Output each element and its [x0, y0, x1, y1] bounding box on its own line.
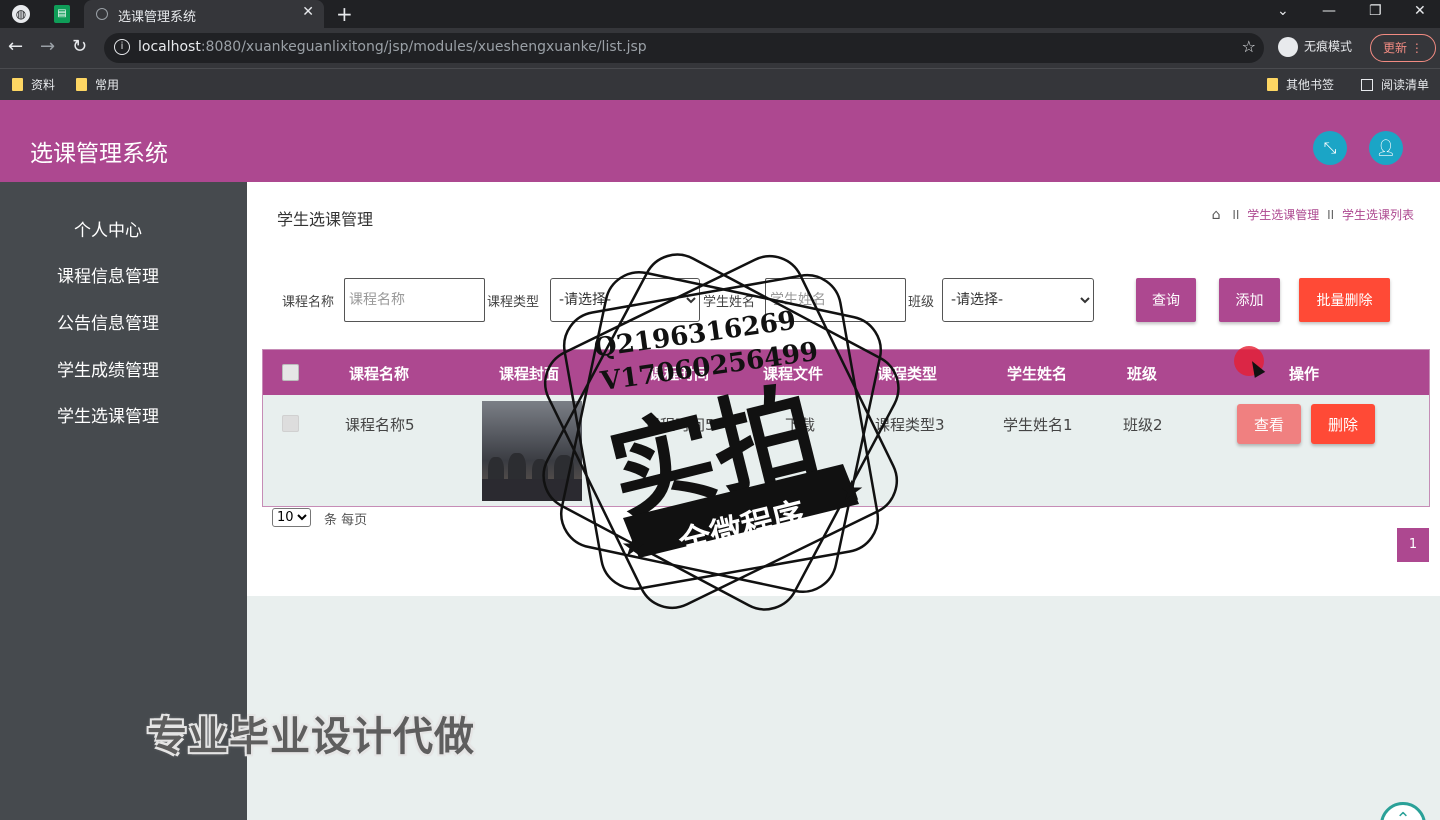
folder-icon: [12, 78, 23, 91]
bookmark-folder[interactable]: 资料: [12, 76, 55, 93]
tab-close-icon[interactable]: ✕: [302, 4, 314, 20]
back-to-top-icon[interactable]: ⌃: [1380, 802, 1426, 820]
sidebar-item-course-selection[interactable]: 学生选课管理: [0, 402, 216, 427]
breadcrumb: ⌂ II 学生选课管理 II 学生选课列表: [1212, 206, 1414, 223]
back-icon[interactable]: ←: [8, 36, 23, 57]
sidebar-item-grades[interactable]: 学生成绩管理: [0, 356, 216, 381]
class-label: 班级: [908, 295, 935, 310]
column-header: 操作: [1289, 365, 1320, 383]
restore-icon[interactable]: ❐: [1369, 3, 1382, 19]
row-checkbox[interactable]: [282, 415, 299, 432]
site-info-icon[interactable]: i: [114, 39, 130, 55]
class-cell: 班级2: [1123, 416, 1163, 434]
breadcrumb-separator: II: [1232, 208, 1240, 222]
breadcrumb-separator: II: [1327, 208, 1335, 222]
user-icon[interactable]: 👤︎: [1369, 131, 1403, 165]
batch-delete-button[interactable]: 批量删除: [1299, 278, 1390, 322]
page-title: 学生选课管理: [277, 210, 374, 229]
course-type-select[interactable]: -请选择-: [550, 278, 700, 322]
course-name-cell: 课程名称5: [345, 416, 415, 434]
tab-favicon-icon: [96, 8, 108, 20]
sidebar-item-announcements[interactable]: 公告信息管理: [0, 309, 216, 334]
photo-figure: [482, 479, 582, 501]
course-time-cell: 课程时间5: [645, 416, 715, 434]
bookmark-folder[interactable]: 常用: [76, 76, 119, 93]
student-name-cell: 学生姓名1: [1003, 416, 1073, 434]
column-header: 课程类型: [877, 365, 938, 383]
browser-tab-bar: ◍ ▤ 选课管理系统 ✕ + ⌄ — ❐ ✕: [0, 0, 1440, 28]
course-name-label: 课程名称: [282, 295, 335, 310]
bookmark-star-icon[interactable]: ☆: [1242, 37, 1256, 56]
incognito-label: 无痕模式: [1304, 39, 1353, 54]
class-select[interactable]: -请选择-: [942, 278, 1094, 322]
incognito-icon: [1278, 37, 1298, 57]
tab-title: 选课管理系统: [118, 10, 197, 25]
url-host: localhost: [138, 39, 201, 55]
query-button[interactable]: 查询: [1136, 278, 1196, 322]
select-all-checkbox[interactable]: [282, 364, 299, 381]
app-header: 选课管理系统 ⤡ 👤︎: [0, 100, 1440, 182]
per-page-label: 条 每页: [324, 513, 368, 528]
main-content: 学生选课管理 ⌂ II 学生选课管理 II 学生选课列表 课程名称 课程类型 -…: [247, 182, 1440, 596]
incognito-indicator[interactable]: 无痕模式: [1278, 37, 1352, 57]
column-header: 班级: [1127, 365, 1158, 383]
page-number-button[interactable]: 1: [1397, 528, 1429, 562]
bookmark-label: 资料: [31, 78, 56, 92]
minimize-icon[interactable]: —: [1322, 3, 1336, 19]
sidebar-item-personal-center[interactable]: 个人中心: [0, 216, 216, 241]
student-name-input[interactable]: [765, 278, 906, 322]
url-path: :8080/xuankeguanlixitong/jsp/modules/xue…: [200, 39, 647, 55]
course-file-download-link[interactable]: 下载: [785, 414, 815, 435]
breadcrumb-item[interactable]: 学生选课管理: [1247, 208, 1319, 222]
address-bar[interactable]: i localhost:8080/xuankeguanlixitong/jsp/…: [104, 33, 1264, 63]
globe-icon[interactable]: ◍: [12, 5, 30, 23]
folder-icon: [76, 78, 87, 91]
student-name-label: 学生姓名: [703, 295, 756, 310]
column-header: 课程封面: [499, 365, 560, 383]
update-label: 更新: [1383, 41, 1408, 55]
fullscreen-icon[interactable]: ⤡: [1313, 131, 1347, 165]
course-type-cell: 课程类型3: [875, 416, 945, 434]
forward-icon[interactable]: →: [40, 36, 55, 57]
breadcrumb-item[interactable]: 学生选课列表: [1342, 208, 1414, 222]
new-tab-icon[interactable]: +: [336, 2, 353, 26]
folder-icon: [1267, 78, 1278, 91]
delete-button[interactable]: 删除: [1311, 404, 1375, 444]
tab-search-chevron-icon[interactable]: ⌄: [1277, 3, 1289, 19]
sidebar-item-course-info[interactable]: 课程信息管理: [0, 262, 216, 287]
app-title: 选课管理系统: [30, 141, 168, 167]
course-name-input[interactable]: [344, 278, 485, 322]
course-type-label: 课程类型: [487, 295, 540, 310]
bookmark-label: 阅读清单: [1381, 78, 1430, 92]
url-text[interactable]: localhost:8080/xuankeguanlixitong/jsp/mo…: [138, 39, 647, 55]
column-header: 课程时间: [649, 365, 710, 383]
browser-tab-active[interactable]: 选课管理系统 ✕: [84, 0, 324, 28]
video-caption: 专业毕业设计代做: [147, 714, 475, 760]
reading-list[interactable]: 阅读清单: [1361, 76, 1429, 93]
other-bookmarks[interactable]: 其他书签: [1267, 76, 1334, 93]
browser-toolbar: ← → ↻ i localhost:8080/xuankeguanlixiton…: [0, 28, 1440, 68]
close-window-icon[interactable]: ✕: [1414, 3, 1426, 19]
bookmark-label: 其他书签: [1286, 78, 1335, 92]
sheets-tab-icon[interactable]: ▤: [54, 5, 70, 23]
add-button[interactable]: 添加: [1219, 278, 1280, 322]
reading-list-icon: [1361, 79, 1373, 91]
course-cover-image: [482, 401, 582, 501]
update-button[interactable]: 更新 ⋮: [1370, 34, 1436, 62]
page-size-select[interactable]: 10: [272, 508, 311, 527]
bookmark-label: 常用: [95, 78, 120, 92]
view-button[interactable]: 查看: [1237, 404, 1301, 444]
bookmarks-bar: 资料 常用 其他书签 阅读清单: [0, 68, 1440, 100]
reload-icon[interactable]: ↻: [72, 36, 87, 57]
column-header: 学生姓名: [1007, 365, 1068, 383]
column-header: 课程名称: [349, 365, 410, 383]
home-icon[interactable]: ⌂: [1212, 207, 1221, 223]
column-header: 课程文件: [763, 365, 824, 383]
